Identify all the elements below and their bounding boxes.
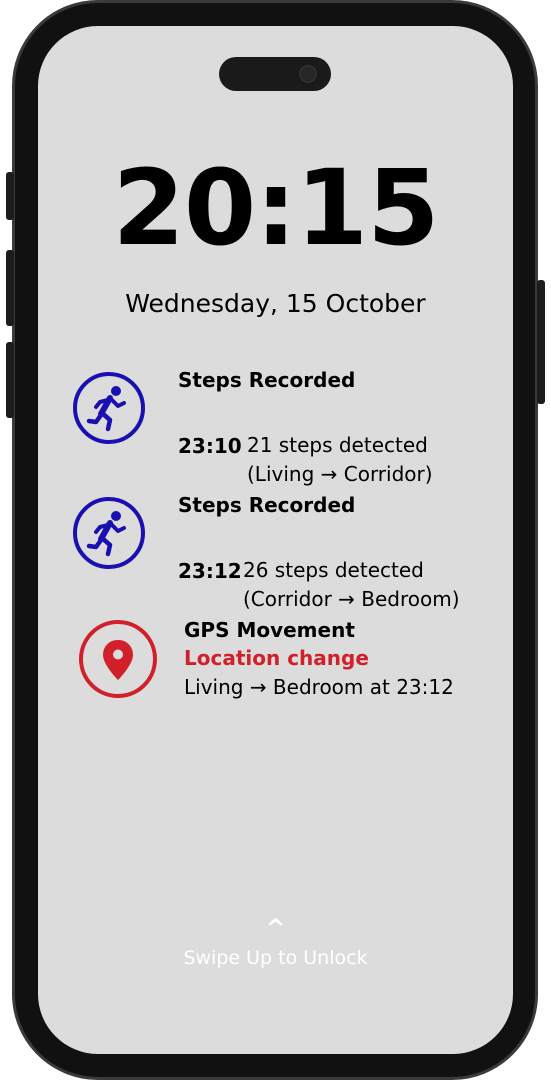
notification-text-route: (Corridor → Bedroom) [243, 587, 460, 611]
notification-title: Steps Recorded [178, 368, 356, 392]
location-pin-icon [79, 620, 157, 698]
lock-screen[interactable]: 20:15 Wednesday, 15 October Steps Record… [38, 26, 513, 1054]
lockscreen-date: Wednesday, 15 October [125, 289, 426, 318]
lockscreen-clock: 20:15 [112, 147, 439, 269]
running-person-icon [73, 372, 145, 444]
notification-text: 21 steps detected [247, 433, 428, 457]
swipe-up-label[interactable]: Swipe Up to Unlock [38, 947, 513, 969]
power-button[interactable] [537, 280, 545, 404]
camera-icon [299, 65, 317, 83]
running-person-icon [73, 497, 145, 569]
action-button[interactable] [6, 172, 14, 220]
notification-text: Living → Bedroom at 23:12 [184, 675, 454, 699]
notification-subtitle: Location change [184, 646, 369, 670]
notification-text: 26 steps detected [243, 558, 424, 582]
swipe-up-chevron-icon[interactable]: ^ [38, 914, 513, 942]
notification-title: Steps Recorded [178, 493, 356, 517]
dynamic-island [219, 57, 331, 91]
notification-time: 23:10 [178, 434, 242, 458]
notification-text-route: (Living → Corridor) [247, 462, 433, 486]
volume-down-button[interactable] [6, 342, 14, 418]
notification-time: 23:12 [178, 559, 242, 583]
notification-title: GPS Movement [184, 618, 355, 642]
volume-up-button[interactable] [6, 250, 14, 326]
